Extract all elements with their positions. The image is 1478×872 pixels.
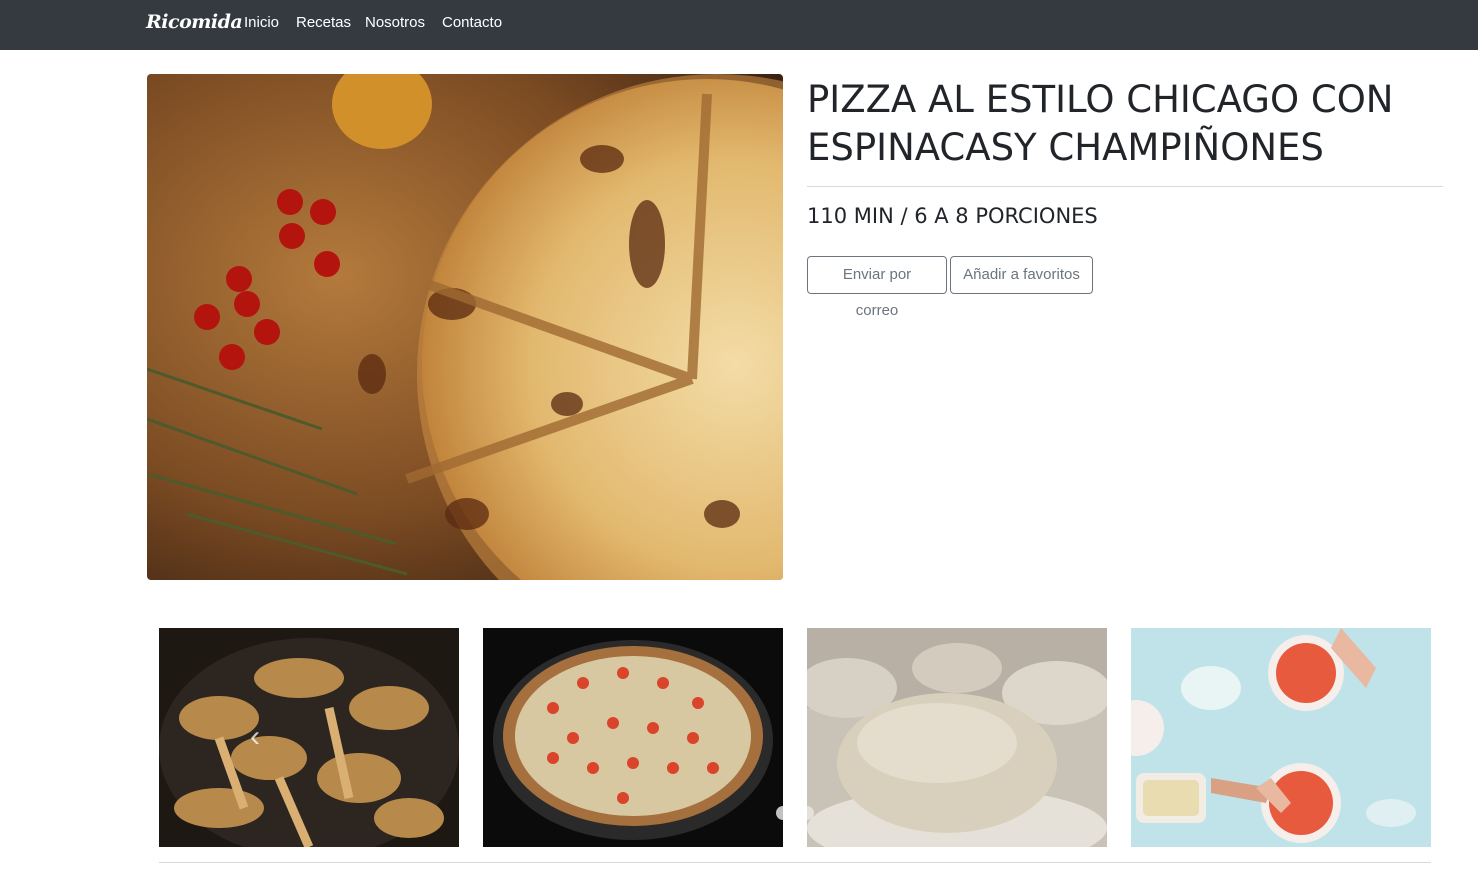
title-divider	[807, 186, 1443, 187]
carousel-prev-icon[interactable]: ‹	[244, 722, 266, 756]
gallery-image-mushrooms[interactable]	[159, 628, 459, 847]
nav-link-contacto[interactable]: Contacto	[442, 14, 502, 31]
brand-logo[interactable]: Ricomida	[146, 11, 243, 33]
recipe-title: PIZZA AL ESTILO CHICAGO CON ESPINACASY C…	[807, 78, 1394, 169]
nav-link-inicio[interactable]: Inicio	[244, 14, 279, 31]
email-recipe-button[interactable]: Enviar por correo	[807, 256, 947, 319]
nav-link-nosotros[interactable]: Nosotros	[365, 14, 425, 31]
gallery-image-preparing-pizzas[interactable]	[1131, 628, 1431, 847]
nav-link-recetas[interactable]: Recetas	[296, 14, 351, 31]
pizza-photo	[147, 74, 783, 580]
dough-photo	[807, 628, 1107, 847]
gallery-image-dough[interactable]	[807, 628, 1107, 847]
carousel-indicator-1[interactable]	[776, 806, 790, 820]
carousel-indicator-2[interactable]	[800, 806, 814, 820]
mushrooms-photo	[159, 628, 459, 847]
recipe-hero-image	[147, 74, 783, 580]
gallery-image-baked-pizza[interactable]	[483, 628, 783, 847]
top-navbar: Ricomida Inicio Recetas Nosotros Contact…	[0, 0, 1478, 50]
add-favorite-button[interactable]: Añadir a favoritos	[950, 256, 1093, 294]
gallery-divider	[159, 862, 1431, 863]
baked-pizza-photo	[483, 628, 783, 847]
preparing-pizzas-photo	[1131, 628, 1431, 847]
recipe-meta: 110 MIN / 6 A 8 PORCIONES	[807, 204, 1098, 228]
